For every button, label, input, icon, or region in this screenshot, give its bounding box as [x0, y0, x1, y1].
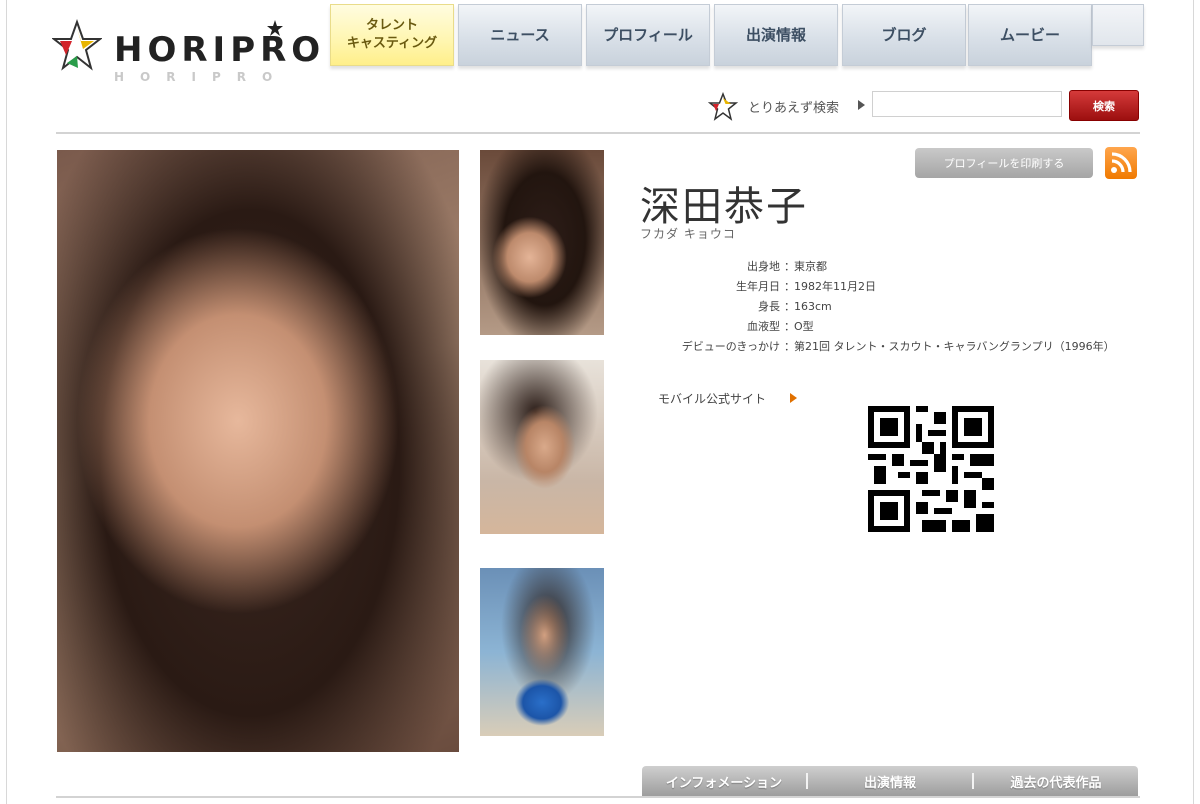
- tab-appearances[interactable]: 出演情報: [714, 4, 838, 66]
- rss-icon[interactable]: [1105, 147, 1137, 179]
- tab-news[interactable]: ニュース: [458, 4, 582, 66]
- tab-information[interactable]: インフォメーション: [642, 772, 806, 791]
- info-key: 血液型: [747, 320, 780, 333]
- info-value: 第21回 タレント・スカウト・キャラバングランプリ（1996年）: [794, 340, 1115, 353]
- talent-name-kana: フカダ キョウコ: [640, 227, 736, 241]
- info-key: 身長: [758, 300, 780, 313]
- info-value: 1982年11月2日: [794, 280, 876, 293]
- info-row-birthplace: 出身地 ： 東京都: [640, 258, 1140, 278]
- info-key: デビューのきっかけ: [681, 340, 780, 353]
- qr-code-icon: [868, 406, 994, 532]
- info-row-blood-type: 血液型 ： O型: [640, 318, 1140, 338]
- info-key: 出身地: [747, 260, 780, 273]
- thumbnail-photo-1[interactable]: [480, 150, 604, 335]
- footer-divider: [56, 796, 1140, 798]
- thumbnail-photo-3[interactable]: [480, 568, 604, 736]
- tab-movie[interactable]: ムービー: [968, 4, 1092, 66]
- info-row-height: 身長 ： 163cm: [640, 298, 1140, 318]
- search-star-icon: [708, 92, 738, 121]
- horipro-logo[interactable]: HORIPRO HORIPRO: [52, 12, 332, 84]
- info-row-birthday: 生年月日 ： 1982年11月2日: [640, 278, 1140, 298]
- search-input[interactable]: [872, 91, 1062, 117]
- info-value: 163cm: [794, 300, 832, 313]
- tab-profile[interactable]: プロフィール: [586, 4, 710, 66]
- header-divider: [56, 132, 1140, 134]
- info-value: 東京都: [794, 260, 827, 273]
- mobile-arrow-icon: [790, 393, 797, 403]
- tab-appearance-info[interactable]: 出演情報: [808, 772, 972, 791]
- search-arrow-icon: [858, 100, 865, 110]
- tab-talent-casting[interactable]: タレント キャスティング: [330, 4, 454, 66]
- info-row-debut: デビューのきっかけ ： 第21回 タレント・スカウト・キャラバングランプリ（19…: [640, 338, 1140, 376]
- tab-blank: [1092, 4, 1144, 46]
- logo-subtext: HORIPRO: [114, 70, 289, 84]
- small-star-icon: [267, 20, 283, 36]
- profile-info: 出身地 ： 東京都 生年月日 ： 1982年11月2日 身長 ： 163cm 血…: [640, 258, 1140, 376]
- search-label: とりあえず検索: [748, 101, 840, 116]
- info-value: O型: [794, 320, 814, 333]
- talent-name: 深田恭子: [640, 184, 808, 230]
- logo-wordmark: HORIPRO: [114, 30, 326, 70]
- print-profile-button[interactable]: プロフィールを印刷する: [915, 148, 1093, 178]
- info-key: 生年月日: [736, 280, 780, 293]
- search-button[interactable]: 検索: [1069, 90, 1139, 121]
- tab-blog[interactable]: ブログ: [842, 4, 966, 66]
- star-logo-icon: [52, 18, 102, 71]
- mobile-site-link[interactable]: モバイル公式サイト: [658, 390, 766, 407]
- tab-past-works[interactable]: 過去の代表作品: [974, 772, 1138, 791]
- main-profile-photo: [57, 150, 459, 752]
- thumbnail-photo-2[interactable]: [480, 360, 604, 534]
- sub-nav: インフォメーション 出演情報 過去の代表作品: [642, 766, 1138, 796]
